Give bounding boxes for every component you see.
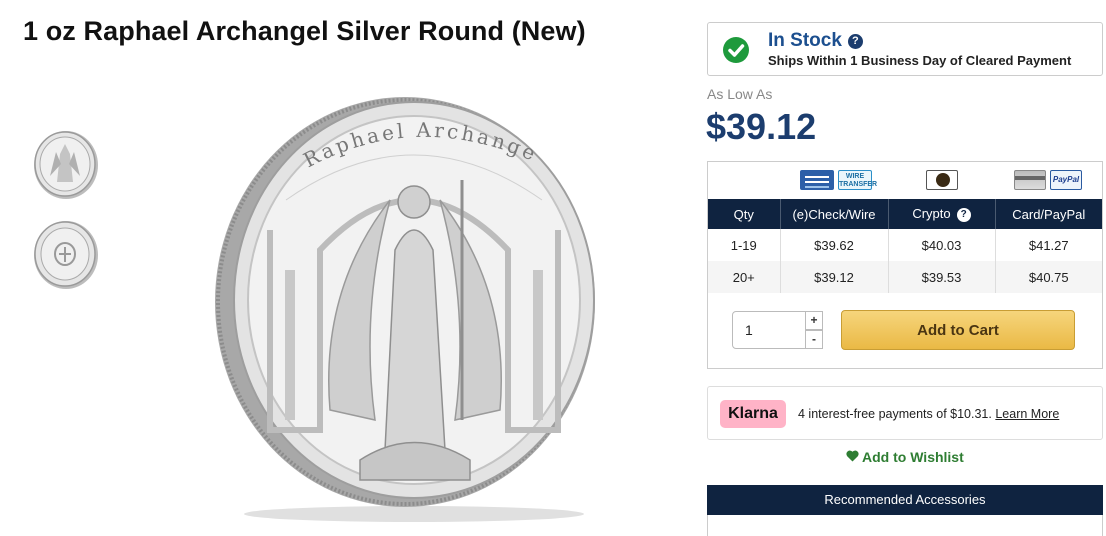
coin-reverse-thumbnail[interactable]	[30, 214, 104, 294]
stock-status-box: In Stock? Ships Within 1 Business Day of…	[707, 22, 1103, 76]
recommended-accessories-header: Recommended Accessories	[707, 485, 1103, 515]
as-low-as-label: As Low As	[707, 86, 773, 102]
pricing-panel: WIRE TRANSFER PayPal Qty (e)Check/Wire C…	[707, 161, 1103, 369]
paypal-icon: PayPal	[1050, 170, 1082, 190]
learn-more-link[interactable]: Learn More	[995, 407, 1059, 421]
column-header-crypto: Crypto?	[888, 199, 996, 229]
add-to-cart-button[interactable]: Add to Cart	[841, 310, 1075, 350]
price-table-header: Qty (e)Check/Wire Crypto? Card/PayPal	[708, 199, 1102, 229]
column-header-crypto-label: Crypto	[912, 206, 951, 221]
payment-methods: WIRE TRANSFER PayPal	[708, 162, 1102, 198]
recommended-accessories-list	[707, 515, 1103, 536]
card-price-cell: $40.75	[995, 261, 1102, 293]
check-circle-icon	[723, 37, 749, 63]
table-row: 1-19 $39.62 $40.03 $41.27	[708, 229, 1102, 261]
check-price-cell: $39.12	[780, 261, 889, 293]
klarna-message: 4 interest-free payments of $10.31.	[798, 407, 992, 421]
quantity-input[interactable]	[732, 311, 806, 349]
card-price-cell: $41.27	[1028, 237, 1069, 253]
column-header-check-wire: (e)Check/Wire	[780, 199, 889, 229]
column-header-card-paypal: Card/PayPal	[995, 199, 1102, 229]
check-price-cell: $39.62	[780, 229, 889, 261]
qty-cell: 1-19	[708, 229, 781, 261]
stock-status-text: In Stock	[768, 30, 842, 51]
qty-cell: 20+	[708, 261, 781, 293]
price-table: Qty (e)Check/Wire Crypto? Card/PayPal 1-…	[708, 199, 1102, 293]
stock-status: In Stock?	[768, 30, 863, 52]
klarna-banner: Klarna 4 interest-free payments of $10.3…	[707, 386, 1103, 440]
klarna-message-line: 4 interest-free payments of $10.31. Lear…	[798, 407, 1059, 421]
add-to-wishlist-label: Add to Wishlist	[862, 449, 964, 465]
help-icon[interactable]: ?	[956, 208, 971, 222]
product-title: 1 oz Raphael Archangel Silver Round (New…	[23, 16, 586, 46]
coin-obverse-thumbnail[interactable]	[30, 124, 104, 204]
shipping-info: Ships Within 1 Business Day of Cleared P…	[768, 53, 1072, 68]
crypto-price-cell: $40.03	[888, 229, 996, 261]
crypto-price-cell: $39.53	[888, 261, 996, 293]
product-main-image[interactable]: Raphael Archangel	[195, 71, 620, 530]
wire-transfer-icon: WIRE TRANSFER	[838, 170, 877, 190]
column-header-qty: Qty	[708, 199, 781, 229]
quantity-decrease-button[interactable]: -	[805, 330, 823, 349]
crypto-icon	[926, 170, 958, 190]
help-icon[interactable]: ?	[847, 34, 863, 49]
klarna-logo: Klarna	[720, 400, 786, 428]
add-to-wishlist-link[interactable]: Add to Wishlist	[846, 449, 964, 465]
heart-icon	[846, 449, 859, 465]
echeck-icon	[800, 170, 834, 190]
table-row: 20+ $39.12 $39.53 $40.75	[708, 261, 1102, 293]
as-low-as-price: $39.12	[706, 106, 817, 147]
quantity-increase-button[interactable]: +	[805, 311, 823, 330]
credit-card-icon	[1014, 170, 1046, 190]
